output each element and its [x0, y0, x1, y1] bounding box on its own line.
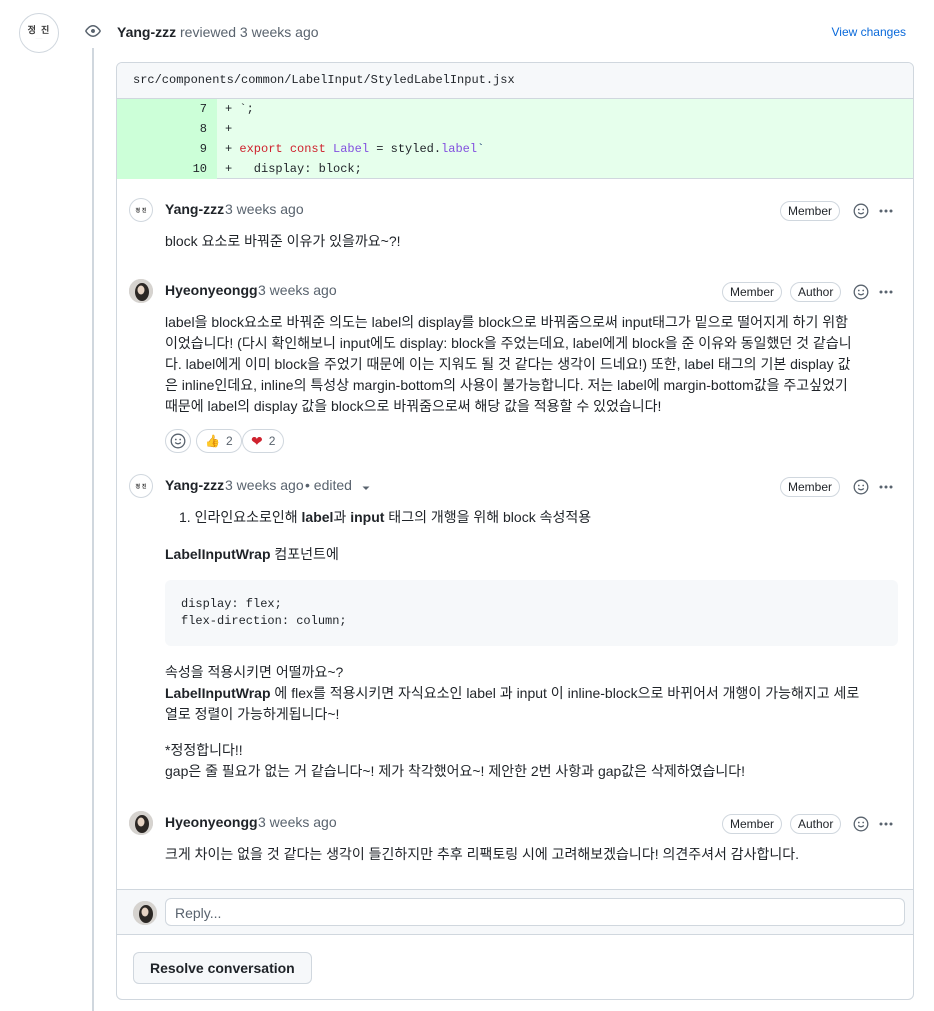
paragraph: LabelInputWrap 컴포넌트에 [165, 544, 339, 565]
diff-line: 8 + [117, 119, 913, 139]
diff-line: 10 + display: block; [117, 159, 913, 179]
diff-code: + export const Label = styled.label` [225, 142, 485, 156]
paragraph-line: 열로 정렬이 가능하게됩니다~! [165, 706, 340, 722]
reaction-count: 2 [225, 434, 233, 448]
line-number[interactable]: 7 [200, 102, 207, 116]
diff-line: 7 + `; [117, 99, 913, 119]
review-thread-card: src/components/common/LabelInput/StyledL… [116, 62, 914, 1000]
paragraph-line: gap은 줄 필요가 없는 거 같습니다~! 제가 착각했어요~! 제안한 2번… [165, 763, 745, 779]
list-text-mid: 과 [333, 509, 351, 525]
kebab-horizontal-icon[interactable] [877, 815, 895, 833]
comment-time[interactable]: 3 weeks ago [258, 814, 337, 830]
paragraph-line: *정정합니다!! [165, 742, 243, 758]
reaction-count: 2 [268, 434, 276, 448]
reaction-heart[interactable]: ❤ 2 [242, 429, 285, 453]
author-badge: Author [790, 282, 842, 302]
paragraph-text: 컴포넌트에 [270, 546, 339, 562]
comment-body: 크게 차이는 없을 것 같다는 생각이 들긴하지만 추후 리팩토링 시에 고려해… [165, 846, 800, 862]
comment-time[interactable]: 3 weeks ago [258, 282, 337, 298]
add-reaction-button[interactable] [165, 429, 191, 453]
list-item: 1. 인라인요소로인해 label과 input 태그의 개행을 위해 bloc… [179, 507, 591, 528]
review-user[interactable]: Yang-zzz [117, 24, 176, 40]
smiley-icon[interactable] [852, 478, 870, 496]
line-number[interactable]: 8 [200, 122, 207, 136]
avatar[interactable]: 정 진 ······· [19, 13, 59, 53]
member-badge: Member [722, 814, 783, 834]
diff-line: 9 + export const Label = styled.label` [117, 139, 913, 159]
comment-body: label을 block요소로 바꿔준 의도는 label의 display를 … [165, 312, 905, 417]
reaction-thumbs-up[interactable]: 👍 2 [196, 429, 242, 453]
comment-line: 다. label에게 이미 block을 주었기 때문에 이는 지워도 될 것 … [165, 356, 851, 372]
comment-time[interactable]: 3 weeks ago [225, 477, 304, 493]
paragraph-line: 속성을 적용시키면 어떨까요~? [165, 664, 344, 680]
code-block: display: flex; flex-direction: column; [165, 580, 898, 646]
diff-code: + [225, 122, 233, 136]
review-header: Yang-zzz reviewed 3 weeks ago [117, 24, 319, 40]
comment-author[interactable]: Hyeonyeongg [165, 814, 258, 830]
avatar-text: 정 진 [27, 26, 51, 36]
kebab-horizontal-icon[interactable] [877, 478, 895, 496]
avatar[interactable]: 정 진 [129, 198, 153, 222]
avatar[interactable] [133, 901, 157, 925]
smiley-icon[interactable] [852, 283, 870, 301]
line-number[interactable]: 9 [200, 142, 207, 156]
diff-snippet: 7 + `; 8 + 9 + export const Label = styl… [117, 99, 913, 179]
comment-author[interactable]: Hyeonyeongg [165, 282, 258, 298]
thumbs-up-icon: 👍 [205, 434, 220, 448]
member-badge: Member [780, 477, 841, 497]
code-line: display: flex; [181, 597, 282, 611]
caret-down-icon[interactable] [357, 479, 375, 497]
comment-author[interactable]: Yang-zzz [165, 201, 224, 217]
comment-body: block 요소로 바꿔준 이유가 있을까요~?! [165, 233, 401, 249]
component-name: LabelInputWrap [165, 685, 271, 701]
diff-code: + `; [225, 102, 254, 116]
heart-icon: ❤ [251, 432, 263, 449]
kebab-horizontal-icon[interactable] [877, 202, 895, 220]
file-path[interactable]: src/components/common/LabelInput/StyledL… [133, 73, 515, 87]
eye-icon [79, 17, 107, 45]
comment-time[interactable]: 3 weeks ago [225, 201, 304, 217]
diff-code: + display: block; [225, 162, 362, 176]
paragraph: *정정합니다!! gap은 줄 필요가 없는 거 같습니다~! 제가 착각했어요… [165, 740, 905, 782]
file-header: src/components/common/LabelInput/StyledL… [117, 63, 913, 99]
comment-line: 때문에 label의 display 값을 block으로 바꿔줌으로써 해당 … [165, 398, 662, 414]
paragraph-line: LabelInputWrap 에 flex를 적용시키면 자식요소인 label… [165, 683, 905, 704]
list-number: 1. [179, 509, 191, 525]
comment-author[interactable]: Yang-zzz [165, 477, 224, 493]
author-badge: Author [790, 814, 842, 834]
paragraph-text: 에 flex를 적용시키면 자식요소인 label 과 input 이 inli… [270, 685, 860, 701]
view-changes-link[interactable]: View changes [832, 25, 907, 39]
comment-line: label을 block요소로 바꿔준 의도는 label의 display를 … [165, 314, 849, 330]
reply-input[interactable]: Reply... [165, 898, 905, 926]
smiley-icon[interactable] [852, 815, 870, 833]
resolve-conversation-button[interactable]: Resolve conversation [133, 952, 312, 984]
list-text-post: 태그의 개행을 위해 block 속성적용 [384, 509, 592, 525]
list-text-pre: 인라인요소로인해 [194, 509, 302, 525]
comment-line: 은 inline인데요, inline의 특성상 margin-bottom의 … [165, 377, 848, 393]
component-name: LabelInputWrap [165, 546, 271, 562]
review-action: reviewed 3 weeks ago [180, 24, 319, 40]
avatar[interactable] [129, 279, 153, 303]
smiley-icon [170, 433, 186, 449]
member-badge: Member [780, 201, 841, 221]
comment-line: 이었습니다! (다시 확인해보니 input에도 display: block을… [165, 335, 852, 351]
list-bold-label: label [301, 509, 334, 525]
code-line: flex-direction: column; [181, 614, 347, 628]
list-bold-input: input [350, 509, 385, 525]
kebab-horizontal-icon[interactable] [877, 283, 895, 301]
avatar[interactable] [129, 811, 153, 835]
paragraph: 속성을 적용시키면 어떨까요~? LabelInputWrap 에 flex를 … [165, 662, 905, 725]
edited-label[interactable]: • edited [305, 477, 352, 493]
member-badge: Member [722, 282, 783, 302]
avatar[interactable]: 정 진 [129, 474, 153, 498]
line-number[interactable]: 10 [193, 162, 207, 176]
reply-bar: Reply... [117, 889, 913, 935]
avatar-subtext: ······· [35, 36, 43, 40]
timeline-line [92, 48, 94, 1011]
smiley-icon[interactable] [852, 202, 870, 220]
